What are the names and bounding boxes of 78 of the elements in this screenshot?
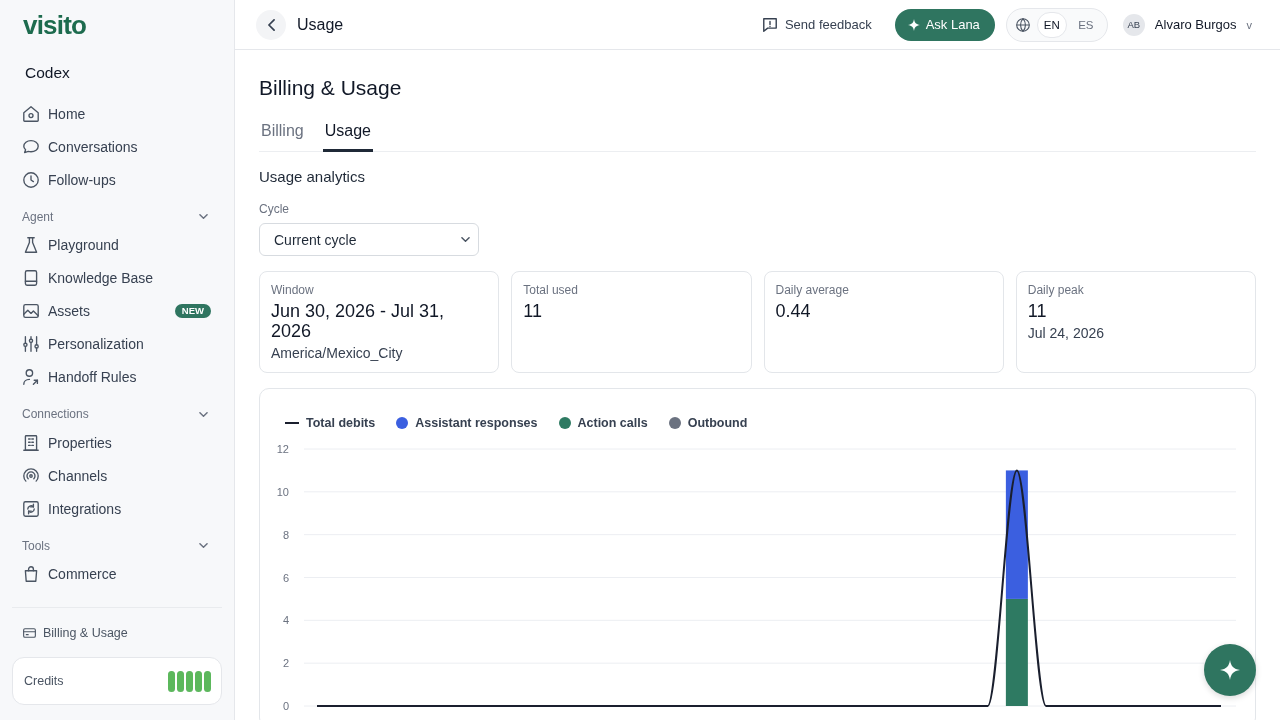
- message-alert-icon: [762, 17, 777, 32]
- nav-item[interactable]: Conversations: [12, 130, 222, 163]
- cycle-select[interactable]: Current cycle: [259, 223, 479, 256]
- nav-item[interactable]: Assets NEW: [12, 294, 222, 328]
- section-heading: Billing & Usage: [259, 76, 402, 100]
- analytics-heading: Usage analytics: [259, 167, 365, 187]
- flask-icon: [23, 237, 39, 253]
- legend-label: Total debits: [306, 415, 376, 430]
- nav-item[interactable]: Playground: [12, 228, 222, 262]
- credits-label: Credits: [24, 674, 64, 688]
- language-option[interactable]: ES: [1070, 11, 1101, 38]
- credit-card-icon: [23, 628, 36, 638]
- nav-item[interactable]: Properties: [12, 426, 222, 459]
- nav-item[interactable]: Home: [12, 97, 222, 130]
- y-axis-label: 6: [282, 571, 289, 584]
- chat-bubble-icon: [23, 138, 39, 155]
- assistant-button[interactable]: [1204, 644, 1256, 696]
- stat-value: 0.44: [775, 301, 811, 321]
- tab[interactable]: Billing: [259, 112, 306, 152]
- y-axis-label: 4: [282, 614, 289, 627]
- stat-label: Daily peak: [1027, 282, 1084, 298]
- ask-lana-button[interactable]: Ask Lana: [894, 8, 995, 41]
- legend-label: Assistant responses: [415, 415, 538, 430]
- cycle-label: Cycle: [259, 201, 289, 217]
- stat-label: Daily average: [775, 282, 849, 298]
- user-avatar: AB: [1122, 13, 1145, 36]
- nav-item[interactable]: Follow-ups: [12, 163, 222, 196]
- dropdown-caret[interactable]: v: [1246, 18, 1252, 31]
- image-icon: [23, 303, 39, 319]
- sparkle-icon: [1220, 660, 1240, 680]
- sparkle-icon: [907, 18, 920, 31]
- section-header[interactable]: Tools: [12, 533, 222, 558]
- nav-item[interactable]: Handoff Rules: [12, 360, 222, 394]
- broadcast-icon: [23, 467, 39, 484]
- chevron-down-icon: [461, 237, 470, 242]
- nav-item[interactable]: Personalization: [12, 327, 222, 361]
- nav-item[interactable]: Commerce: [12, 557, 222, 591]
- book-icon: [23, 270, 39, 286]
- chevron-down-icon: [199, 543, 208, 548]
- y-axis-label: 12: [276, 443, 289, 455]
- nav-item[interactable]: Channels: [12, 459, 222, 492]
- logo[interactable]: visito: [23, 10, 87, 40]
- stat-label: Total used: [523, 282, 578, 298]
- stat-note: America/Mexico_City: [271, 344, 403, 362]
- nav-item[interactable]: Knowledge Base: [12, 261, 222, 295]
- y-axis-label: 0: [282, 700, 289, 712]
- workspace-name: Codex: [25, 63, 70, 83]
- y-axis-label: 8: [282, 528, 289, 541]
- section-header[interactable]: Agent: [12, 204, 222, 229]
- home-icon: [23, 105, 39, 122]
- tab[interactable]: Usage: [322, 112, 373, 152]
- shopping-bag-icon: [23, 566, 39, 582]
- send-feedback-button[interactable]: Send feedback: [762, 17, 872, 32]
- legend-label: Action calls: [577, 415, 648, 430]
- globe-icon: [1015, 17, 1030, 32]
- stat-note: Jul 24, 2026: [1027, 324, 1105, 342]
- chevron-down-icon: [199, 214, 208, 219]
- stat-value: 11: [1027, 301, 1047, 321]
- chevron-down-icon: [199, 411, 208, 417]
- section-header[interactable]: Connections: [12, 402, 222, 426]
- billing-usage-link[interactable]: Billing & Usage: [12, 623, 139, 643]
- sliders-icon: [23, 336, 39, 352]
- arrows-square-icon: [23, 500, 39, 517]
- nav-item[interactable]: Integrations: [12, 492, 222, 525]
- back-button[interactable]: [256, 9, 286, 40]
- clock-icon: [23, 171, 39, 188]
- stat-label: Window: [271, 282, 314, 298]
- page-title: Usage: [297, 15, 344, 34]
- stat-value: 11: [523, 301, 542, 321]
- new-tag: NEW: [174, 304, 211, 318]
- user-menu-button[interactable]: Alvaro Burgos: [1154, 17, 1237, 32]
- language-option[interactable]: EN: [1036, 11, 1067, 38]
- building-icon: [23, 434, 39, 451]
- stat-value: Jun 30, 2026 - Jul 31, 2026: [271, 301, 446, 341]
- y-axis-label: 2: [282, 657, 289, 670]
- y-axis-label: 10: [276, 485, 289, 498]
- chevron-left-icon: [267, 18, 275, 31]
- legend-label: Outbound: [687, 415, 748, 430]
